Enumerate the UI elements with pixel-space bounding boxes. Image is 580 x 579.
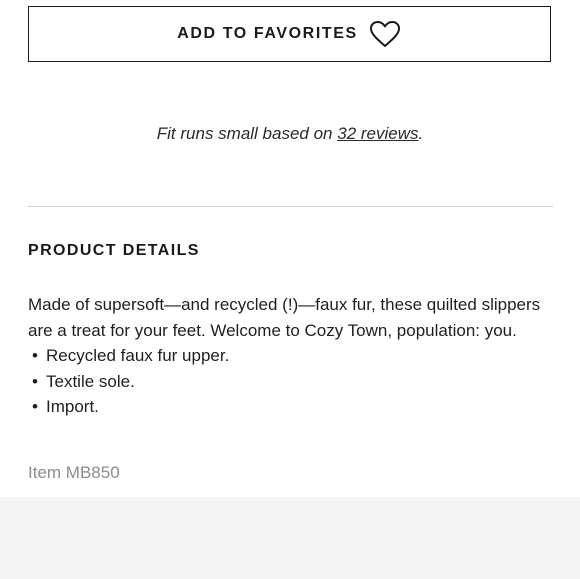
section-divider	[28, 206, 553, 207]
product-features-list: Recycled faux fur upper. Textile sole. I…	[28, 343, 553, 420]
feature-item: Import.	[28, 394, 553, 420]
reviews-link[interactable]: 32 reviews	[337, 124, 418, 143]
product-description: Made of supersoft—and recycled (!)—faux …	[28, 295, 541, 340]
add-to-favorites-label: ADD TO FAVORITES	[177, 25, 358, 42]
fit-note-prefix: Fit runs small based on	[156, 124, 338, 143]
footer-band	[0, 497, 580, 579]
product-page: ADD TO FAVORITES Fit runs small based on…	[0, 0, 580, 579]
heart-icon	[368, 19, 402, 49]
fit-note-suffix: .	[418, 124, 424, 143]
item-code: Item MB850	[28, 463, 120, 482]
feature-item: Textile sole.	[28, 369, 553, 395]
add-to-favorites-button[interactable]: ADD TO FAVORITES	[28, 6, 551, 62]
product-details-heading: PRODUCT DETAILS	[28, 242, 200, 259]
product-details-body: Made of supersoft—and recycled (!)—faux …	[28, 292, 553, 420]
feature-item: Recycled faux fur upper.	[28, 343, 553, 369]
fit-note: Fit runs small based on 32 reviews.	[0, 124, 580, 144]
